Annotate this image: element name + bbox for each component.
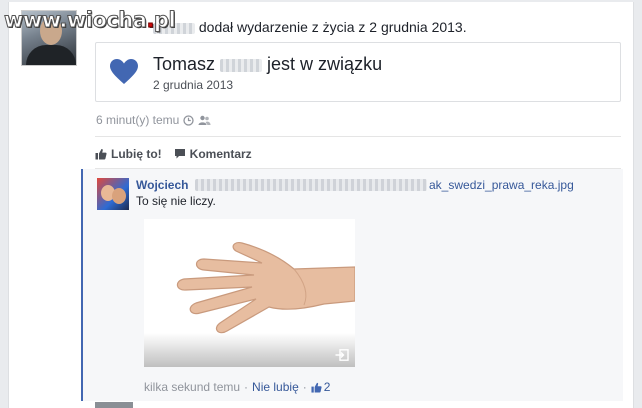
thumbs-up-icon: [95, 148, 107, 160]
post-actions: Lubię to! Komentarz: [95, 147, 252, 161]
comments-section: Wojciech ak_swedzi_prawa_reka.jpg To się…: [81, 169, 623, 401]
comment-footer: kilka sekund temu · Nie lubię · 2: [144, 380, 331, 394]
comment-icon: [174, 149, 185, 159]
event-summary: dodał wydarzenie z życia z 2 grudnia 201…: [153, 19, 467, 35]
comment-image[interactable]: [144, 219, 355, 367]
commenter-avatar[interactable]: [97, 178, 129, 210]
blurred-text: [195, 179, 427, 191]
expand-icon[interactable]: [335, 349, 349, 361]
friends-audience-icon[interactable]: [198, 115, 211, 126]
heart-icon: [110, 59, 138, 84]
event-summary-text: dodał wydarzenie z życia z 2 grudnia 201…: [198, 19, 467, 35]
unlike-button[interactable]: Nie lubię: [252, 380, 299, 394]
comment-button[interactable]: Komentarz: [174, 147, 252, 161]
blurred-surname: [220, 58, 263, 72]
comment-timestamp[interactable]: kilka sekund temu: [144, 380, 240, 394]
site-watermark: www.wiocha.pl: [3, 8, 176, 33]
comment-text: To się nie liczy.: [136, 194, 216, 208]
like-icon: [311, 382, 322, 393]
comment-like-count[interactable]: 2: [311, 380, 330, 394]
comment-image-link[interactable]: ak_swedzi_prawa_reka.jpg: [429, 178, 574, 192]
next-comment-avatar: [95, 402, 133, 408]
timeline-post: dodał wydarzenie z życia z 2 grudnia 201…: [8, 2, 634, 408]
comment-author[interactable]: Wojciech: [136, 178, 188, 192]
life-event-card[interactable]: Tomasz jest w związku 2 grudnia 2013: [95, 42, 621, 102]
like-button[interactable]: Lubię to!: [95, 147, 162, 161]
divider: [95, 136, 621, 137]
event-date: 2 grudnia 2013: [153, 78, 234, 92]
post-timestamp[interactable]: 6 minut(y) temu: [96, 113, 179, 127]
post-meta: 6 minut(y) temu: [96, 113, 211, 127]
clock-icon: [183, 114, 195, 126]
event-title: Tomasz jest w związku: [153, 54, 383, 74]
